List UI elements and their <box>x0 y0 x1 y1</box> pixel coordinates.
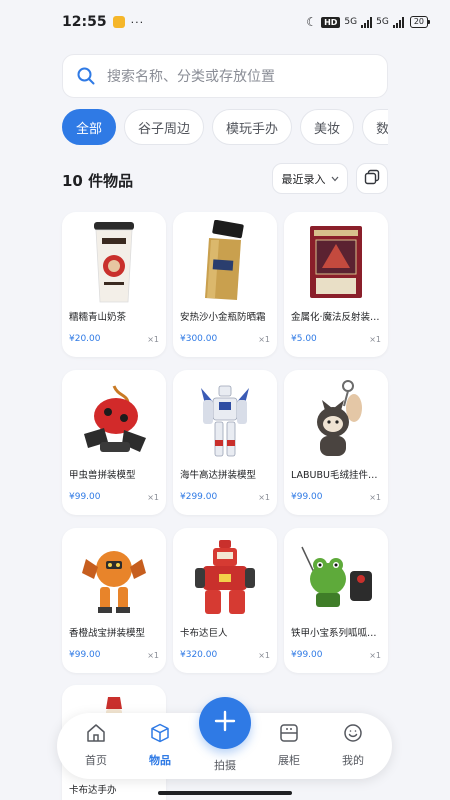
tab-items[interactable]: 物品 <box>135 723 185 768</box>
item-quantity: ×1 <box>147 493 159 502</box>
tab-cabinet[interactable]: 展柜 <box>264 723 314 768</box>
item-card[interactable]: 糯糯青山奶茶 ¥20.00 ×1 <box>62 212 166 357</box>
capture-button[interactable] <box>199 697 251 749</box>
trading-card-image <box>284 218 388 306</box>
item-name: 海牛高达拼装模型 <box>180 470 257 481</box>
status-bar: 12:55 ··· ☾ HD 5G 5G 20 <box>0 0 450 44</box>
sunscreen-bottle-image <box>173 218 277 306</box>
item-quantity: ×1 <box>258 651 270 660</box>
item-name: 糯糯青山奶茶 <box>69 312 127 323</box>
tab-label: 展柜 <box>278 754 300 767</box>
item-card[interactable]: 铁甲小宝系列呱呱蛙模型 ¥99.00 ×1 <box>284 528 388 673</box>
item-name: LABUBU毛绒挂件公仔 <box>291 470 385 481</box>
signal-icon-2 <box>392 16 404 28</box>
orange-mech-image <box>62 534 166 622</box>
item-card[interactable]: 甲虫兽拼装模型 ¥99.00 ×1 <box>62 370 166 515</box>
home-icon <box>86 723 106 746</box>
hd-voice-icon: HD <box>321 16 341 28</box>
item-card[interactable]: 海牛高达拼装模型 ¥299.00 ×1 <box>173 370 277 515</box>
status-time: 12:55 <box>62 14 107 30</box>
signal-icon-1 <box>361 16 373 28</box>
category-chip-figures[interactable]: 模玩手办 <box>212 109 293 145</box>
item-name: 香橙战宝拼装模型 <box>69 628 146 639</box>
item-price: ¥20.00 <box>69 334 101 344</box>
frog-robot-image <box>284 534 388 622</box>
search-icon <box>77 67 95 85</box>
cube-icon <box>150 723 170 746</box>
sort-dropdown[interactable]: 最近录入 <box>272 163 348 194</box>
capture-label: 拍摄 <box>214 759 236 772</box>
category-chip-digital[interactable]: 数码电子 <box>362 109 388 145</box>
beetle-model-image <box>62 376 166 464</box>
item-quantity: ×1 <box>147 335 159 344</box>
item-card[interactable]: 安热沙小金瓶防晒霜 ¥300.00 ×1 <box>173 212 277 357</box>
gundam-model-image <box>173 376 277 464</box>
item-price: ¥300.00 <box>180 334 218 344</box>
battery-icon: 20 <box>409 16 431 28</box>
copy-icon <box>364 169 380 189</box>
item-price: ¥99.00 <box>291 650 323 660</box>
kabuda-robot-image <box>173 534 277 622</box>
item-card[interactable]: 香橙战宝拼装模型 ¥99.00 ×1 <box>62 528 166 673</box>
item-card[interactable]: 卡布达巨人 ¥320.00 ×1 <box>173 528 277 673</box>
item-card[interactable]: 金属化·魔法反射装甲 游戏王卡 ¥5.00 ×1 <box>284 212 388 357</box>
item-price: ¥299.00 <box>180 492 218 502</box>
notification-app-icon <box>112 16 125 28</box>
home-indicator[interactable] <box>158 791 292 795</box>
item-name: 卡布达手办 <box>69 785 117 796</box>
item-quantity: ×1 <box>258 493 270 502</box>
item-quantity: ×1 <box>369 493 381 502</box>
item-quantity: ×1 <box>369 651 381 660</box>
category-chip-all[interactable]: 全部 <box>62 109 117 145</box>
smile-face-icon <box>343 723 363 746</box>
item-quantity: ×1 <box>258 335 270 344</box>
item-name: 铁甲小宝系列呱呱蛙模型 <box>291 628 385 639</box>
item-name: 卡布达巨人 <box>180 628 228 639</box>
cabinet-icon <box>279 723 299 746</box>
item-name: 甲虫兽拼装模型 <box>69 470 136 481</box>
item-price: ¥99.00 <box>69 492 101 502</box>
network-label-1: 5G <box>344 17 358 27</box>
chevron-down-icon <box>331 172 339 185</box>
tab-profile[interactable]: 我的 <box>328 723 378 768</box>
item-name: 金属化·魔法反射装甲 游戏王卡 <box>291 312 385 323</box>
sort-label: 最近录入 <box>281 172 326 186</box>
search-placeholder: 搜索名称、分类或存放位置 <box>107 69 275 85</box>
labubu-plush-image <box>284 376 388 464</box>
network-label-2: 5G <box>376 17 389 27</box>
do-not-disturb-icon: ☾ <box>306 15 318 29</box>
item-price: ¥99.00 <box>291 492 323 502</box>
tab-home[interactable]: 首页 <box>71 723 121 768</box>
item-price: ¥320.00 <box>180 650 218 660</box>
tab-label: 物品 <box>149 754 171 767</box>
layout-toggle-button[interactable] <box>356 163 388 194</box>
tab-label: 首页 <box>85 754 107 767</box>
more-notifications-icon: ··· <box>130 15 145 29</box>
tab-label: 我的 <box>342 754 364 767</box>
item-name: 安热沙小金瓶防晒霜 <box>180 312 266 323</box>
category-chips: 全部 谷子周边 模玩手办 美妆 数码电子 <box>62 109 388 145</box>
milk-tea-cup-image <box>62 218 166 306</box>
category-chip-merch[interactable]: 谷子周边 <box>124 109 205 145</box>
item-quantity: ×1 <box>369 335 381 344</box>
category-chip-beauty[interactable]: 美妆 <box>300 109 355 145</box>
item-price: ¥99.00 <box>69 650 101 660</box>
search-bar[interactable]: 搜索名称、分类或存放位置 <box>62 54 388 98</box>
item-card[interactable]: LABUBU毛绒挂件公仔 ¥99.00 ×1 <box>284 370 388 515</box>
item-count: 10 件物品 <box>62 172 134 190</box>
plus-icon <box>214 710 236 736</box>
item-price: ¥5.00 <box>291 334 317 344</box>
item-quantity: ×1 <box>147 651 159 660</box>
